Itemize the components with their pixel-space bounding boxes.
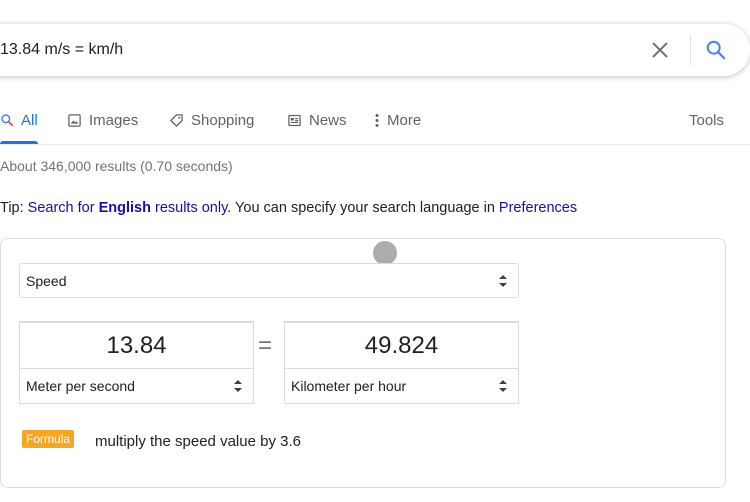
to-unit-value: Kilometer per hour bbox=[291, 378, 407, 394]
tip-link-after: results only bbox=[150, 200, 228, 216]
search-bar: 13.84 m/s = km/h bbox=[0, 24, 750, 76]
search-input[interactable]: 13.84 m/s = km/h bbox=[0, 24, 600, 76]
tab-images[interactable]: Images bbox=[67, 100, 138, 140]
to-value-input[interactable]: 49.824 bbox=[284, 321, 519, 369]
tools-label: Tools bbox=[689, 111, 725, 129]
select-arrows-icon bbox=[234, 380, 242, 392]
active-tab-indicator bbox=[0, 141, 38, 144]
tab-shopping[interactable]: Shopping bbox=[169, 100, 254, 140]
search-tabs: All Images Shopping News More Tools bbox=[0, 100, 750, 145]
more-vertical-icon bbox=[375, 113, 379, 127]
from-value-input[interactable]: 13.84 bbox=[19, 321, 254, 369]
tip-middle: . You can specify your search language i… bbox=[227, 200, 499, 216]
english-results-link[interactable]: Search for English results only bbox=[28, 200, 228, 216]
equals-sign: = bbox=[258, 332, 273, 359]
tab-all[interactable]: All bbox=[0, 100, 38, 144]
from-unit-select[interactable]: Meter per second bbox=[19, 368, 254, 404]
tab-images-label: Images bbox=[89, 111, 139, 129]
tag-icon bbox=[170, 113, 183, 127]
select-arrows-icon bbox=[499, 274, 507, 287]
language-tip: Tip: Search for English results only. Yo… bbox=[0, 200, 577, 216]
to-unit-select[interactable]: Kilometer per hour bbox=[284, 368, 519, 404]
formula-badge: Formula bbox=[22, 430, 75, 448]
newspaper-icon bbox=[288, 114, 301, 126]
search-button[interactable] bbox=[703, 37, 729, 63]
touch-indicator bbox=[373, 241, 397, 265]
result-stats: About 346,000 results (0.70 seconds) bbox=[0, 158, 233, 174]
tab-news-label: News bbox=[309, 111, 347, 129]
image-icon bbox=[68, 113, 81, 127]
tab-more[interactable]: More bbox=[374, 100, 421, 140]
tip-link-before: Search for bbox=[27, 200, 99, 216]
from-unit-value: Meter per second bbox=[26, 378, 135, 394]
tab-shopping-label: Shopping bbox=[191, 111, 255, 129]
close-icon bbox=[652, 42, 668, 58]
tools-button[interactable]: Tools bbox=[689, 100, 724, 140]
search-divider bbox=[690, 35, 691, 65]
tip-prefix: Tip: bbox=[0, 200, 28, 216]
tab-news[interactable]: News bbox=[287, 100, 347, 140]
search-icon bbox=[706, 40, 726, 60]
tab-all-label: All bbox=[21, 111, 38, 129]
select-arrows-icon bbox=[499, 380, 507, 392]
tab-more-label: More bbox=[387, 111, 422, 129]
tip-link-bold: English bbox=[98, 200, 151, 216]
search-icon bbox=[1, 114, 14, 127]
clear-search-button[interactable] bbox=[647, 37, 673, 63]
formula-text: multiply the speed value by 3.6 bbox=[95, 433, 301, 450]
preferences-link[interactable]: Preferences bbox=[499, 200, 577, 216]
category-value: Speed bbox=[26, 272, 67, 289]
category-select[interactable]: Speed bbox=[19, 263, 519, 298]
